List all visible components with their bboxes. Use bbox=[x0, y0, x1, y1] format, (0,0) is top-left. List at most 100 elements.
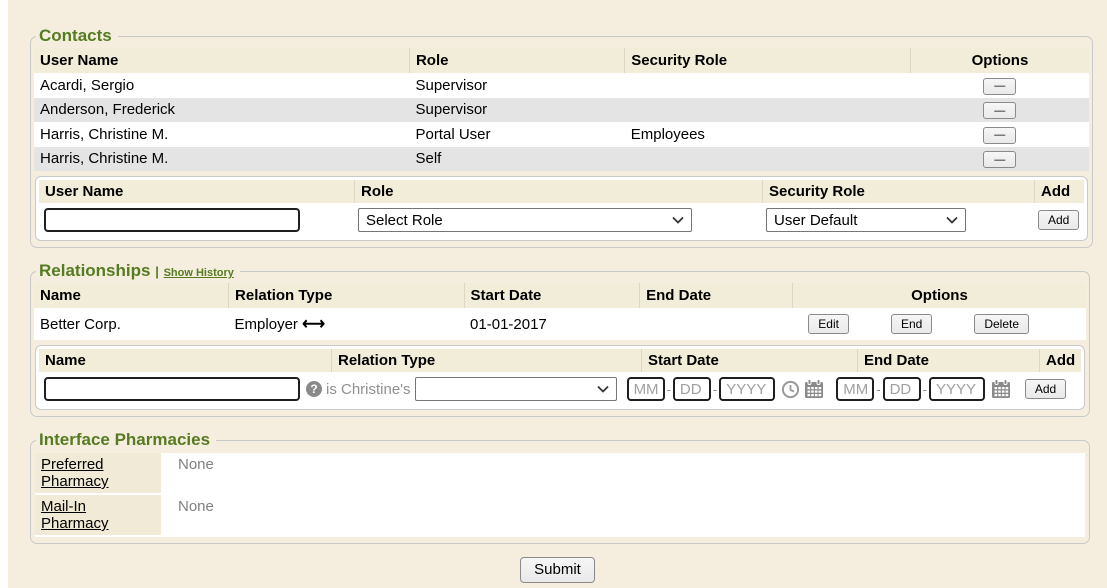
mail-in-pharmacy-value: None bbox=[161, 495, 220, 537]
date-separator: - bbox=[713, 382, 717, 397]
add-relationship-header-row: Name Relation Type Start Date End Date A… bbox=[39, 349, 1081, 372]
contact-user-name: Harris, Christine M. bbox=[34, 147, 409, 172]
relationship-type: Employer bbox=[235, 316, 298, 333]
add-contact-box: User Name Role Security Role Add Select … bbox=[35, 176, 1088, 241]
add-contact-col-security-role: Security Role bbox=[763, 180, 1035, 203]
relation-type-select[interactable] bbox=[415, 377, 617, 401]
relationships-header-row: Name Relation Type Start Date End Date O… bbox=[34, 283, 1086, 308]
add-contact-header-row: User Name Role Security Role Add bbox=[39, 180, 1084, 203]
add-contact-col-role: Role bbox=[355, 180, 763, 203]
contact-user-name-input[interactable] bbox=[44, 208, 300, 232]
start-date-year-input[interactable] bbox=[719, 377, 775, 401]
contact-role: Self bbox=[409, 147, 624, 172]
contacts-legend: Contacts bbox=[36, 26, 118, 46]
add-relationship-col-name: Name bbox=[39, 349, 332, 372]
contact-security-role bbox=[625, 73, 910, 98]
end-date-day-input[interactable] bbox=[883, 377, 921, 401]
pharmacy-row: Preferred Pharmacy None bbox=[35, 453, 1085, 495]
mail-in-pharmacy-link[interactable]: Mail-In Pharmacy bbox=[41, 498, 109, 532]
start-date-month-input[interactable] bbox=[627, 377, 665, 401]
relationship-name-input[interactable] bbox=[44, 377, 300, 401]
interface-pharmacies-section: Interface Pharmacies Preferred Pharmacy … bbox=[30, 430, 1090, 544]
add-contact-col-user-name: User Name bbox=[39, 180, 355, 203]
contact-user-name: Acardi, Sergio bbox=[34, 73, 409, 98]
pharmacy-row: Mail-In Pharmacy None bbox=[35, 495, 1085, 537]
add-contact-col-add: Add bbox=[1035, 180, 1084, 203]
interface-pharmacies-rows: Preferred Pharmacy None Mail-In Pharmacy… bbox=[35, 453, 1085, 537]
help-icon[interactable]: ? bbox=[306, 381, 322, 397]
relationships-section: Relationships | Show History Name Relati… bbox=[30, 261, 1090, 417]
contacts-section: Contacts User Name Role Security Role Op… bbox=[30, 26, 1093, 248]
relationships-col-relation-type: Relation Type bbox=[229, 283, 465, 308]
contact-row: Anderson, Frederick Supervisor — bbox=[34, 98, 1089, 123]
relationships-table: Name Relation Type Start Date End Date O… bbox=[34, 283, 1086, 340]
add-contact-button[interactable]: Add bbox=[1038, 210, 1079, 230]
contact-role-select-value: Select Role bbox=[366, 212, 443, 229]
remove-contact-button[interactable]: — bbox=[983, 151, 1016, 168]
clock-icon[interactable] bbox=[781, 380, 800, 399]
contact-role: Supervisor bbox=[409, 73, 624, 98]
submit-button[interactable]: Submit bbox=[520, 557, 595, 583]
relationships-col-name: Name bbox=[34, 283, 229, 308]
contact-role: Supervisor bbox=[409, 98, 624, 123]
add-relationship-col-relation-type: Relation Type bbox=[332, 349, 642, 372]
end-relationship-button[interactable]: End bbox=[891, 314, 932, 334]
relationship-name: Better Corp. bbox=[34, 308, 229, 340]
contact-user-name: Anderson, Frederick bbox=[34, 98, 409, 123]
preferred-pharmacy-link[interactable]: Preferred Pharmacy bbox=[41, 456, 109, 490]
relationships-col-options: Options bbox=[792, 283, 1086, 308]
relationships-legend: Relationships | Show History bbox=[36, 261, 240, 281]
possessive-label: is Christine's bbox=[326, 381, 411, 398]
contacts-col-user-name: User Name bbox=[34, 48, 409, 73]
relationships-col-start-date: Start Date bbox=[464, 283, 640, 308]
delete-relationship-button[interactable]: Delete bbox=[974, 314, 1029, 334]
contacts-header-row: User Name Role Security Role Options bbox=[34, 48, 1089, 73]
add-relationship-button[interactable]: Add bbox=[1025, 379, 1066, 399]
contact-user-name: Harris, Christine M. bbox=[34, 122, 409, 147]
interface-pharmacies-legend: Interface Pharmacies bbox=[36, 430, 216, 450]
chevron-down-icon bbox=[597, 385, 609, 393]
contact-security-role-select-value: User Default bbox=[774, 212, 857, 229]
relationship-row: Better Corp. Employer ⟷ 01-01-2017 Edit … bbox=[34, 308, 1086, 340]
add-relationship-col-add: Add bbox=[1040, 349, 1081, 372]
contact-security-role bbox=[625, 147, 910, 172]
contacts-col-role: Role bbox=[409, 48, 624, 73]
contact-row: Acardi, Sergio Supervisor — bbox=[34, 73, 1089, 98]
calendar-icon[interactable] bbox=[804, 379, 824, 399]
relationships-col-end-date: End Date bbox=[640, 283, 793, 308]
footer: Submit bbox=[8, 557, 1107, 583]
contact-security-role-select[interactable]: User Default bbox=[766, 208, 966, 232]
show-history-link[interactable]: Show History bbox=[164, 267, 234, 279]
preferred-pharmacy-value: None bbox=[161, 453, 220, 495]
chevron-down-icon bbox=[672, 216, 684, 224]
relationships-legend-text: Relationships bbox=[39, 261, 150, 280]
date-separator: - bbox=[876, 382, 880, 397]
contacts-col-security-role: Security Role bbox=[625, 48, 910, 73]
contact-security-role bbox=[625, 98, 910, 123]
add-relationship-controls-row: ? is Christine's - - bbox=[39, 372, 1081, 405]
contact-row: Harris, Christine M. Portal User Employe… bbox=[34, 122, 1089, 147]
end-date-month-input[interactable] bbox=[836, 377, 874, 401]
contacts-col-options: Options bbox=[910, 48, 1089, 73]
legend-separator: | bbox=[155, 264, 159, 279]
end-date-year-input[interactable] bbox=[929, 377, 985, 401]
add-relationship-col-start-date: Start Date bbox=[642, 349, 858, 372]
chevron-down-icon bbox=[946, 216, 958, 224]
contact-role-select[interactable]: Select Role bbox=[358, 208, 692, 232]
date-separator: - bbox=[923, 382, 927, 397]
add-contact-controls-row: Select Role User Default Add bbox=[39, 203, 1084, 236]
add-relationship-col-end-date: End Date bbox=[858, 349, 1040, 372]
contact-row: Harris, Christine M. Self — bbox=[34, 147, 1089, 172]
start-date-day-input[interactable] bbox=[673, 377, 711, 401]
contact-security-role: Employees bbox=[625, 122, 910, 147]
contact-role: Portal User bbox=[409, 122, 624, 147]
add-relationship-box: Name Relation Type Start Date End Date A… bbox=[35, 345, 1085, 410]
page: Contacts User Name Role Security Role Op… bbox=[8, 0, 1107, 588]
remove-contact-button[interactable]: — bbox=[983, 127, 1016, 144]
calendar-icon[interactable] bbox=[991, 379, 1011, 399]
relationship-start-date: 01-01-2017 bbox=[464, 308, 640, 340]
contacts-table: User Name Role Security Role Options Aca… bbox=[34, 48, 1089, 171]
remove-contact-button[interactable]: — bbox=[983, 102, 1016, 119]
remove-contact-button[interactable]: — bbox=[983, 78, 1016, 95]
edit-relationship-button[interactable]: Edit bbox=[808, 314, 849, 334]
